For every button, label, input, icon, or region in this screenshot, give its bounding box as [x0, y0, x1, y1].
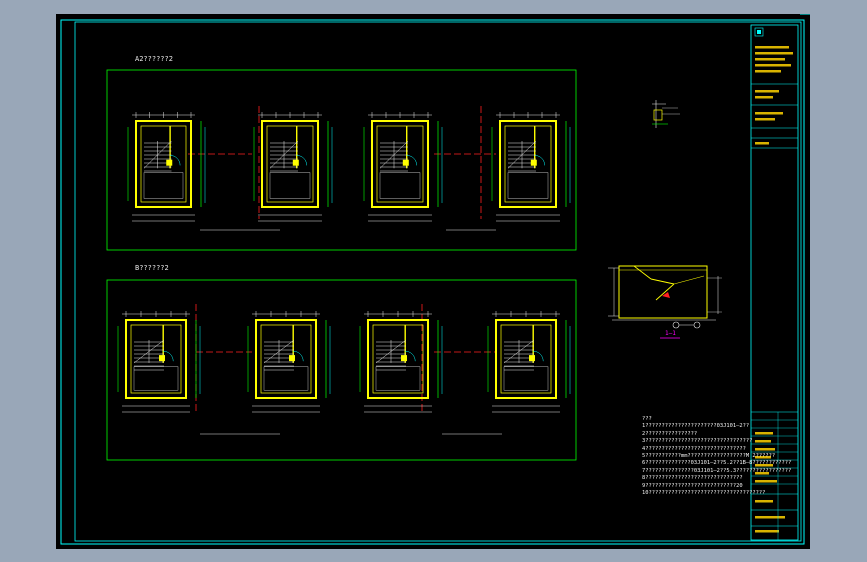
- stair-plan-6: [247, 311, 331, 413]
- stair-plan-4: [491, 112, 571, 222]
- note-line: 9????????????????????????????20: [642, 482, 743, 489]
- section-b-title: B??????2: [135, 264, 169, 272]
- plan-captions: [200, 229, 502, 435]
- general-notes: ??? 1??????????????????????03J101—2?? 2?…: [642, 416, 792, 497]
- axis-lines: [188, 106, 496, 414]
- stair-plan-5: [117, 311, 201, 413]
- section-a-title: A2??????2: [135, 55, 173, 63]
- stair-plan-7: [359, 311, 443, 413]
- note-line: 4???????????????????????????????: [642, 445, 746, 452]
- note-line: 6??????????????03J101—2??5.2??1B—8??????…: [642, 460, 792, 467]
- stair-plan-1: [127, 112, 206, 222]
- note-line: 3?????????????????????????????????: [642, 438, 753, 445]
- note-line: 1??????????????????????03J101—2??: [642, 423, 750, 430]
- note-line: 2????????????????: [642, 430, 698, 437]
- note-line: 8??????????????????????????????: [642, 475, 743, 482]
- cad-drawing-sheet[interactable]: A2??????2 B??????2 1—1 ??? 1????????????…: [56, 14, 810, 549]
- stair-plan-8: [487, 311, 571, 413]
- stair-plan-2: [253, 112, 333, 222]
- note-line: 10????????????????????????????????????: [642, 490, 766, 497]
- detail-label: 1—1: [665, 330, 676, 337]
- section-a-frame: [106, 69, 577, 251]
- stair-plan-3: [363, 112, 443, 222]
- section-detail-1-1: [608, 265, 722, 339]
- note-line: 5???????????mm??????????????????M 2?????…: [642, 453, 776, 460]
- notes-heading: ???: [642, 416, 652, 422]
- note-line: 7???????????????03J101—2??5.3???????????…: [642, 467, 792, 474]
- small-detail-sketch: [652, 100, 680, 128]
